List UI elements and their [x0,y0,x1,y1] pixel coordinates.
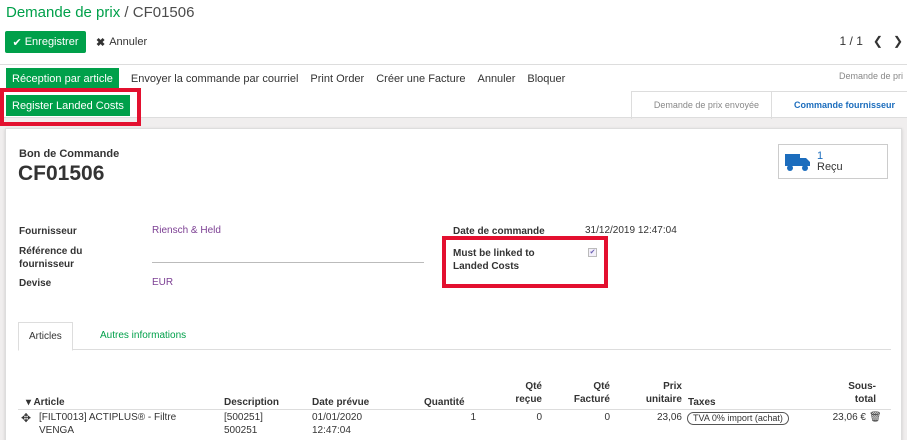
truck-icon [785,153,810,171]
cancel-order-button[interactable]: Annuler [477,73,515,85]
chevron-left-icon[interactable]: ❮ [873,34,883,48]
order-date-value[interactable]: 31/12/2019 12:47:04 [585,225,677,236]
highlight-landed-costs-button [0,88,141,126]
tab-other-info[interactable]: Autres informations [90,322,196,351]
row-qty-invoiced[interactable]: 0 [568,411,610,424]
discard-button[interactable]: ✖ Annuler [96,31,147,53]
notebook-tabs: Articles Autres informations [18,322,891,351]
row-description[interactable]: [500251] 500251 [224,411,284,437]
drag-handle-icon[interactable]: ✥ [21,412,31,425]
row-quantity[interactable]: 1 [438,411,476,424]
chevron-right-icon[interactable]: ❯ [893,34,903,48]
pager: 1 / 1 ❮ ❯ [840,34,903,48]
control-panel: Demande de prix / CF01506 ✔ Enregistrer … [0,0,907,64]
row-article[interactable]: [FILT0013] ACTIPLUS® - Filtre VENGA [39,411,209,437]
row-tax-tag[interactable]: TVA 0% import (achat) [687,412,789,425]
stage-overflow-label[interactable]: Demande de pri [839,71,903,81]
stage-purchase-order[interactable]: Commande fournisseur [770,91,907,119]
stage-rfq-sent[interactable]: Demande de prix envoyée [630,91,771,119]
reception-button[interactable]: Réception par article [6,68,119,89]
breadcrumb-parent-link[interactable]: Demande de prix [6,4,120,21]
pager-value[interactable]: 1 / 1 [840,34,863,48]
column-article-label: Article [33,397,65,408]
highlight-landed-costs-field [442,236,608,288]
column-date[interactable]: Date prévue [312,396,369,409]
breadcrumb-separator: / [124,4,129,21]
column-qty-invoiced[interactable]: Qté Facturé [568,380,610,406]
column-description[interactable]: Description [224,396,279,409]
status-stages: Demande de prix envoyée Commande fournis… [630,91,907,119]
send-email-button[interactable]: Envoyer la commande par courriel [131,73,299,85]
receipt-label: Reçu [817,160,843,173]
document-type-label: Bon de Commande [19,148,120,160]
save-button-label: Enregistrer [24,36,79,48]
column-article[interactable]: ▾ Article [26,396,65,409]
currency-value[interactable]: EUR [152,277,173,288]
order-lines-header: ▾ Article Description Date prévue Quanti… [18,370,891,410]
table-row[interactable]: ✥ [FILT0013] ACTIPLUS® - Filtre VENGA [5… [18,411,891,440]
row-date[interactable]: 01/01/2020 12:47:04 [312,411,382,437]
receipt-stat-button[interactable]: 1 Reçu [778,144,888,179]
row-subtotal: 23,06 € [832,412,866,423]
column-subtotal[interactable]: Sous-total [838,380,876,406]
supplier-value[interactable]: Riensch & Held [152,225,221,236]
block-button[interactable]: Bloquer [527,73,565,85]
column-taxes[interactable]: Taxes [688,396,716,409]
document-name: CF01506 [18,162,105,185]
row-unit-price[interactable]: 23,06 [632,411,682,424]
caret-down-icon: ▾ [26,397,32,408]
column-qty-received[interactable]: Qté reçue [504,380,542,406]
discard-button-label: Annuler [109,36,148,48]
supplier-reference-label: Référence du fournisseur [19,246,83,270]
tab-articles[interactable]: Articles [18,322,73,351]
create-invoice-button[interactable]: Créer une Facture [376,73,465,85]
save-button[interactable]: ✔ Enregistrer [5,31,86,53]
trash-icon[interactable]: 🗑 [869,411,882,424]
currency-label: Devise [19,278,52,289]
print-order-button[interactable]: Print Order [310,73,364,85]
breadcrumb: Demande de prix / CF01506 [6,4,194,21]
supplier-label: Fournisseur [19,226,77,237]
breadcrumb-current: CF01506 [132,4,195,21]
column-unit-price[interactable]: Prix unitaire [632,380,682,406]
column-quantity[interactable]: Quantité [424,396,465,409]
check-icon: ✔ [12,36,22,49]
action-buttons: Réception par article Envoyer la command… [6,68,565,89]
receipt-count: 1 [817,149,824,162]
row-qty-received[interactable]: 0 [504,411,542,424]
close-icon: ✖ [96,36,106,49]
supplier-reference-input[interactable] [152,262,424,263]
